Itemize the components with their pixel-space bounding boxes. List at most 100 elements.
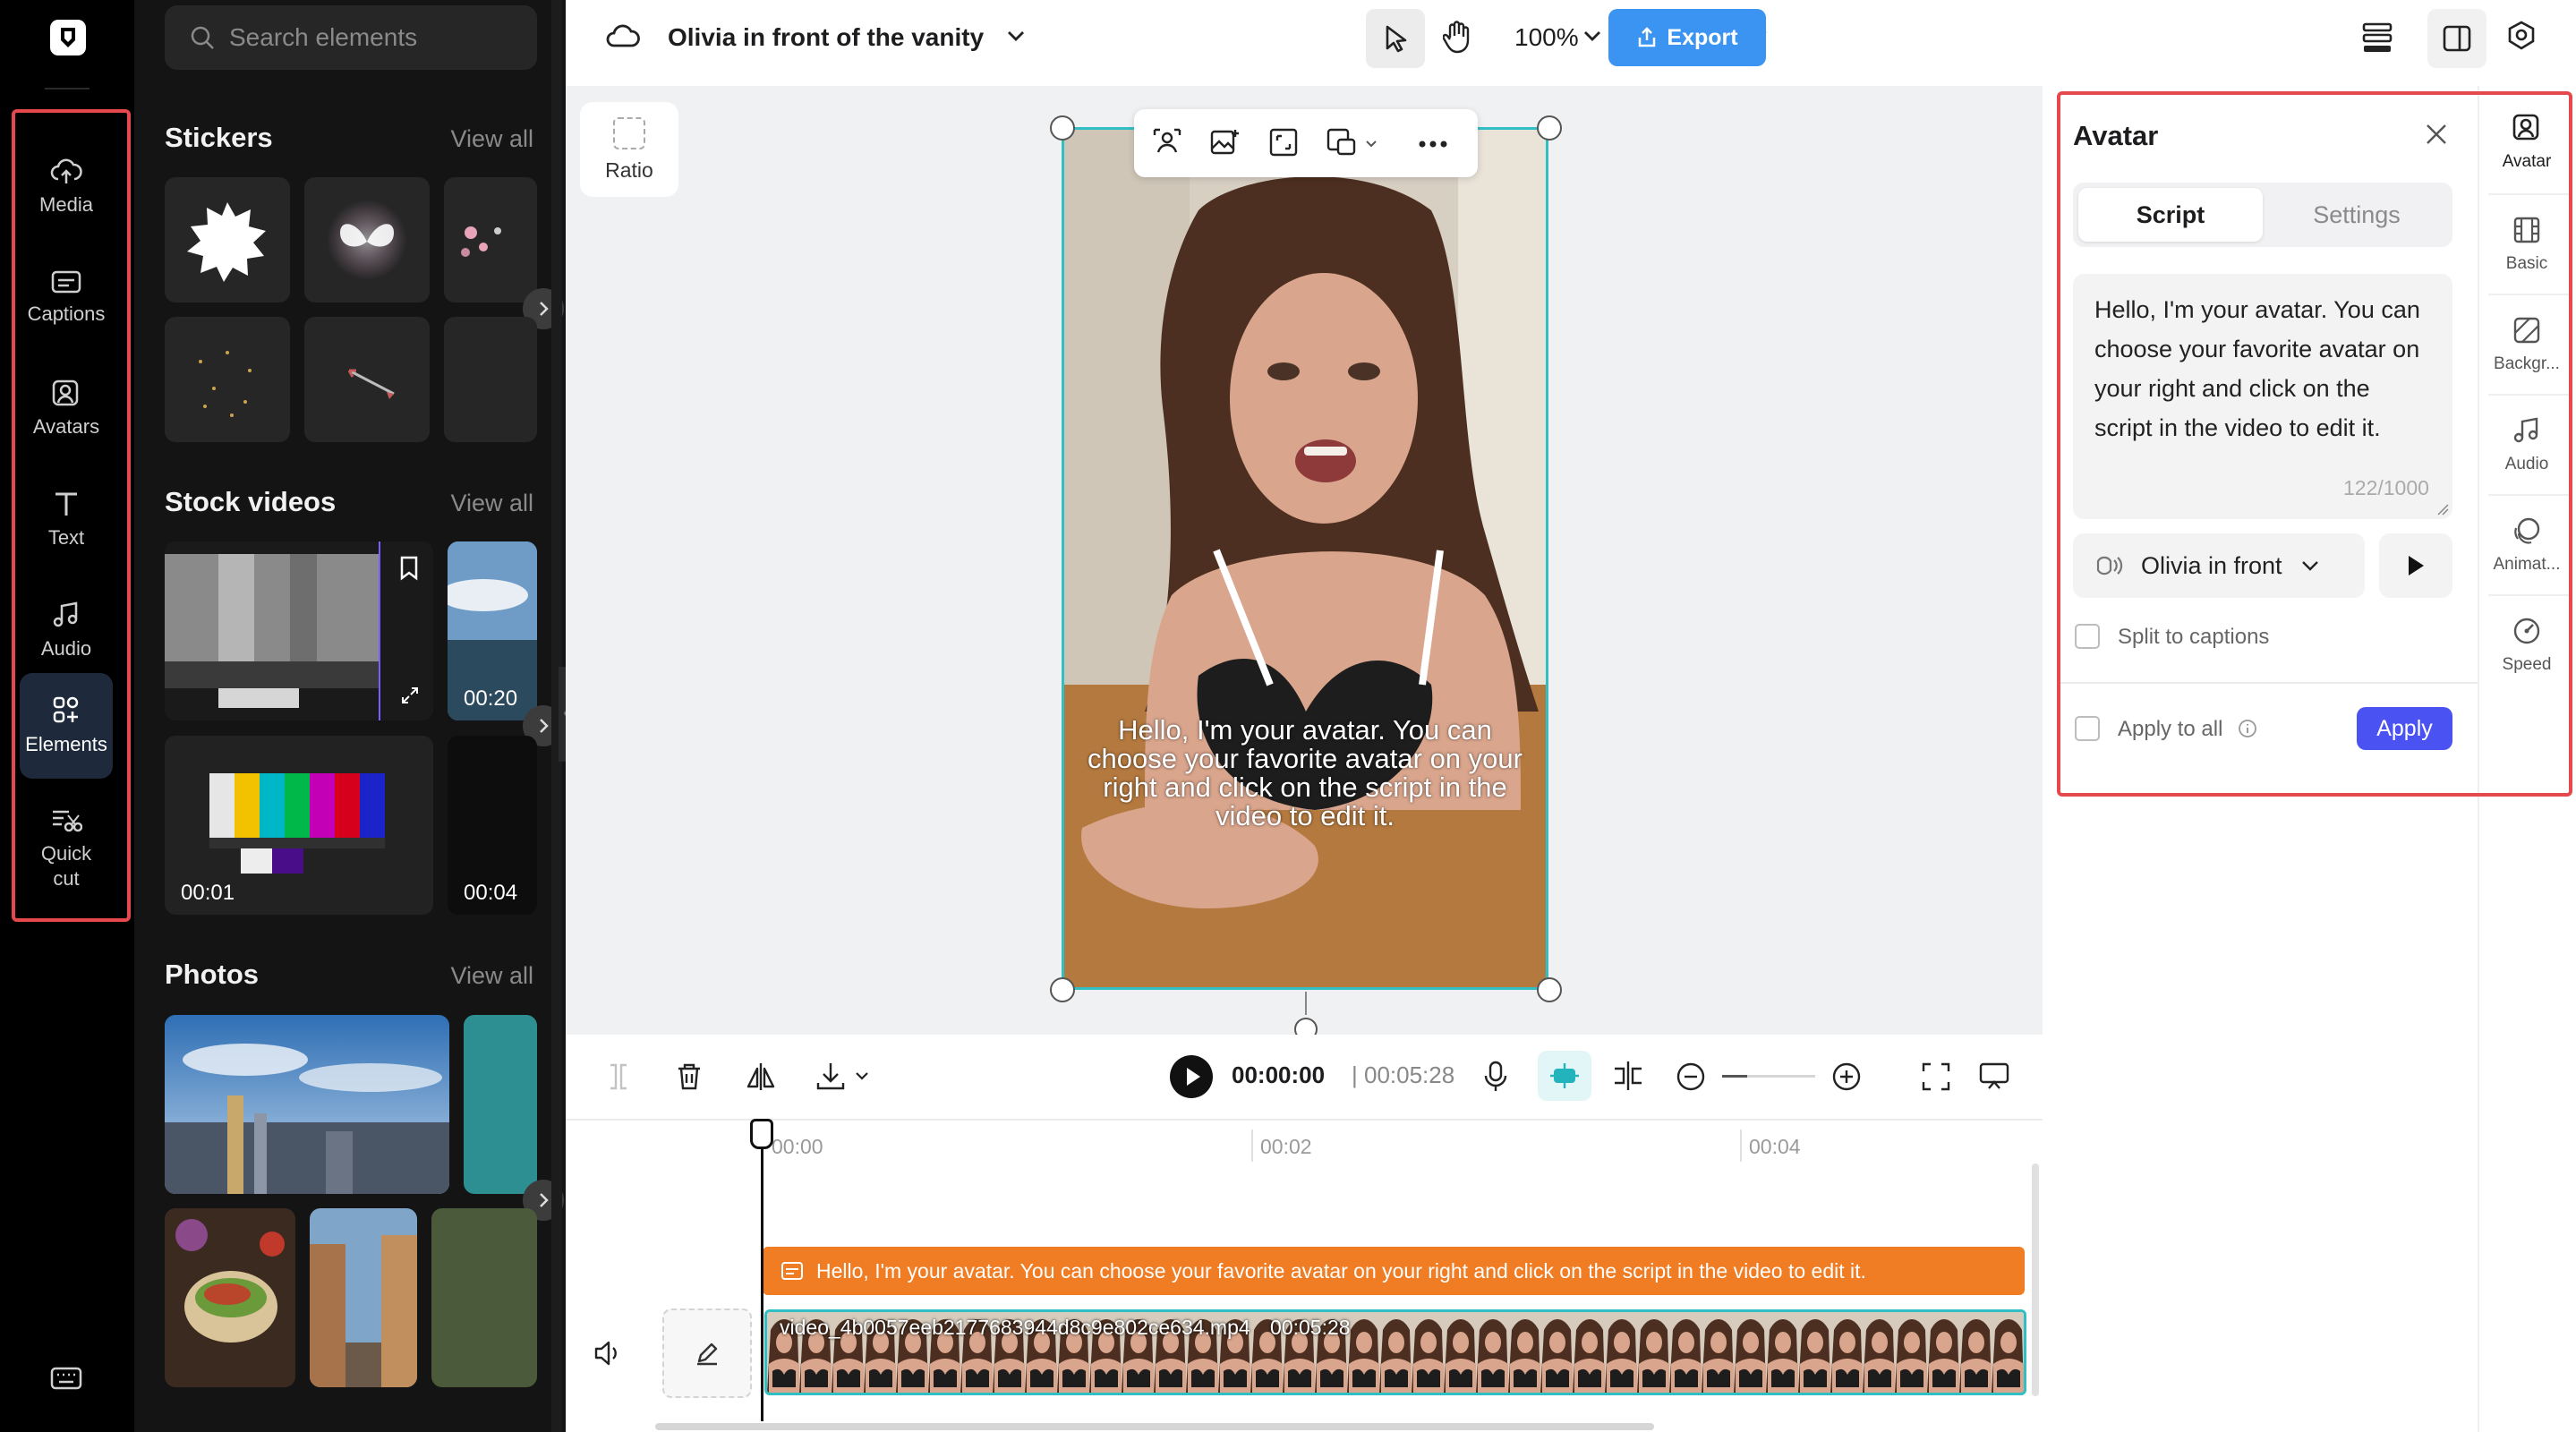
filmstrip-frame bbox=[1895, 1312, 1927, 1393]
search-input[interactable]: Search elements bbox=[165, 5, 537, 70]
stock-video-dark[interactable]: 00:04 bbox=[448, 736, 537, 915]
export-button[interactable]: Export bbox=[1608, 9, 1766, 66]
stock-video-color-bars[interactable]: 00:01 bbox=[165, 736, 433, 915]
left-rail: Media Captions Avatars Text Audio Elemen… bbox=[0, 0, 134, 1432]
auto-snap-button[interactable] bbox=[1538, 1051, 1591, 1101]
stock-videos-title: Stock videos bbox=[165, 486, 337, 517]
highlight-box bbox=[2057, 91, 2572, 797]
photo-grass[interactable] bbox=[431, 1208, 537, 1387]
video-preview[interactable] bbox=[1062, 127, 1548, 990]
zoom-out-icon[interactable] bbox=[1676, 1061, 1706, 1092]
track-volume-icon[interactable] bbox=[593, 1339, 623, 1368]
chevron-down-icon[interactable] bbox=[854, 1070, 870, 1081]
resize-handle-bl[interactable] bbox=[1050, 977, 1075, 1002]
microphone-icon[interactable] bbox=[1482, 1060, 1509, 1094]
layout-toggle-button[interactable] bbox=[2427, 9, 2486, 68]
ruler-label: 00:00 bbox=[772, 1135, 823, 1158]
chevron-right-icon bbox=[540, 1193, 549, 1207]
ruler-label: 00:02 bbox=[1260, 1135, 1312, 1158]
stock-videos-view-all[interactable]: View all bbox=[450, 490, 533, 517]
app-logo[interactable] bbox=[50, 20, 86, 55]
settings-gear-icon[interactable] bbox=[2504, 20, 2538, 54]
photo-city[interactable] bbox=[165, 1015, 449, 1194]
stock-video-sky[interactable]: 00:20 bbox=[448, 541, 537, 720]
total-duration: | 00:05:28 bbox=[1352, 1061, 1455, 1088]
stickers-title: Stickers bbox=[165, 122, 273, 153]
search-placeholder: Search elements bbox=[229, 23, 418, 51]
rotate-handle-icon[interactable] bbox=[1292, 992, 1319, 1035]
filmstrip-frame bbox=[1637, 1312, 1669, 1393]
filmstrip-frame bbox=[1863, 1312, 1895, 1393]
filmstrip-frame bbox=[1573, 1312, 1605, 1393]
filmstrip-frame bbox=[1830, 1312, 1863, 1393]
export-icon bbox=[1639, 27, 1656, 47]
resize-handle-tr[interactable] bbox=[1537, 115, 1562, 141]
zoom-chevron-icon[interactable] bbox=[1582, 29, 1602, 43]
split-clip-icon[interactable] bbox=[605, 1061, 632, 1092]
keyboard-shortcuts-icon[interactable] bbox=[50, 1366, 82, 1391]
stock-video-duration: 00:20 bbox=[464, 686, 518, 711]
fit-timeline-icon[interactable] bbox=[1921, 1061, 1951, 1092]
video-caption-overlay[interactable]: Hello, I'm your avatar. You can choose y… bbox=[1070, 716, 1540, 831]
sticker-burst[interactable] bbox=[165, 177, 290, 303]
video-track-clip[interactable]: video_4b0057eeb2177683944d8c9e802ce634.m… bbox=[764, 1309, 2026, 1395]
filmstrip-frame bbox=[1605, 1312, 1637, 1393]
resize-handle-tl[interactable] bbox=[1050, 115, 1075, 141]
elements-panel: Search elements Stickers View all Stock … bbox=[134, 0, 566, 1432]
ratio-button[interactable]: Ratio bbox=[580, 102, 678, 197]
ai-tools-icon[interactable] bbox=[1326, 127, 1358, 158]
stickers-view-all[interactable]: View all bbox=[450, 125, 533, 153]
delete-icon[interactable] bbox=[675, 1061, 704, 1092]
crop-icon[interactable] bbox=[1268, 127, 1299, 158]
captions-icon bbox=[781, 1262, 803, 1280]
chevron-down-icon[interactable] bbox=[1006, 29, 1026, 43]
filmstrip-frame bbox=[1412, 1312, 1444, 1393]
split-at-playhead-icon[interactable] bbox=[1611, 1060, 1645, 1092]
expand-icon[interactable] bbox=[399, 685, 421, 706]
export-label: Export bbox=[1667, 24, 1738, 50]
zoom-slider[interactable] bbox=[1722, 1075, 1815, 1078]
caption-track-text: Hello, I'm your avatar. You can choose y… bbox=[816, 1258, 1866, 1283]
cloud-sync-icon[interactable] bbox=[605, 21, 641, 50]
stock-video-duration: 00:04 bbox=[464, 881, 518, 905]
replace-image-icon[interactable] bbox=[1209, 127, 1241, 158]
playhead-handle[interactable] bbox=[750, 1119, 773, 1149]
filmstrip-frame bbox=[1379, 1312, 1412, 1393]
layers-icon[interactable] bbox=[2359, 20, 2395, 55]
timeline-horizontal-scrollbar[interactable] bbox=[655, 1423, 1654, 1430]
photo-street[interactable] bbox=[310, 1208, 417, 1387]
timeline-divider bbox=[566, 1119, 2043, 1121]
sticker-arrow[interactable] bbox=[304, 317, 430, 442]
remove-background-icon[interactable] bbox=[1152, 127, 1182, 158]
sticker-dark[interactable] bbox=[444, 317, 537, 442]
photo-ocean[interactable] bbox=[464, 1015, 537, 1194]
bookmark-icon[interactable] bbox=[399, 556, 419, 581]
resize-handle-br[interactable] bbox=[1537, 977, 1562, 1002]
magnet-snap-icon bbox=[1550, 1063, 1579, 1088]
filmstrip-frame bbox=[1927, 1312, 1959, 1393]
edit-track-button[interactable] bbox=[662, 1308, 752, 1398]
zoom-level[interactable]: 100% bbox=[1514, 23, 1579, 52]
sticker-flowers[interactable] bbox=[444, 177, 537, 303]
play-button-icon[interactable] bbox=[1169, 1054, 1214, 1099]
zoom-in-icon[interactable] bbox=[1831, 1061, 1862, 1092]
caption-track-clip[interactable]: Hello, I'm your avatar. You can choose y… bbox=[763, 1247, 2025, 1295]
playhead[interactable] bbox=[761, 1121, 763, 1421]
stock-video-static[interactable] bbox=[165, 541, 433, 720]
download-icon[interactable] bbox=[815, 1060, 847, 1092]
chevron-down-icon[interactable] bbox=[1365, 140, 1378, 149]
flip-icon[interactable] bbox=[745, 1061, 777, 1092]
hand-tool-icon[interactable] bbox=[1443, 20, 1471, 54]
timeline-vertical-scrollbar[interactable] bbox=[2032, 1164, 2039, 1396]
photo-food[interactable] bbox=[165, 1208, 295, 1387]
sticker-sparkles[interactable] bbox=[165, 317, 290, 442]
filmstrip-frame bbox=[1734, 1312, 1766, 1393]
project-title[interactable]: Olivia in front of the vanity bbox=[668, 23, 984, 52]
sticker-butterfly[interactable] bbox=[304, 177, 430, 303]
more-options-icon[interactable] bbox=[1417, 140, 1449, 149]
select-tool-button[interactable] bbox=[1366, 9, 1425, 68]
filmstrip-frame bbox=[1702, 1312, 1734, 1393]
ratio-icon bbox=[613, 116, 645, 149]
preview-mode-icon[interactable] bbox=[1978, 1061, 2010, 1092]
photos-view-all[interactable]: View all bbox=[450, 962, 533, 990]
